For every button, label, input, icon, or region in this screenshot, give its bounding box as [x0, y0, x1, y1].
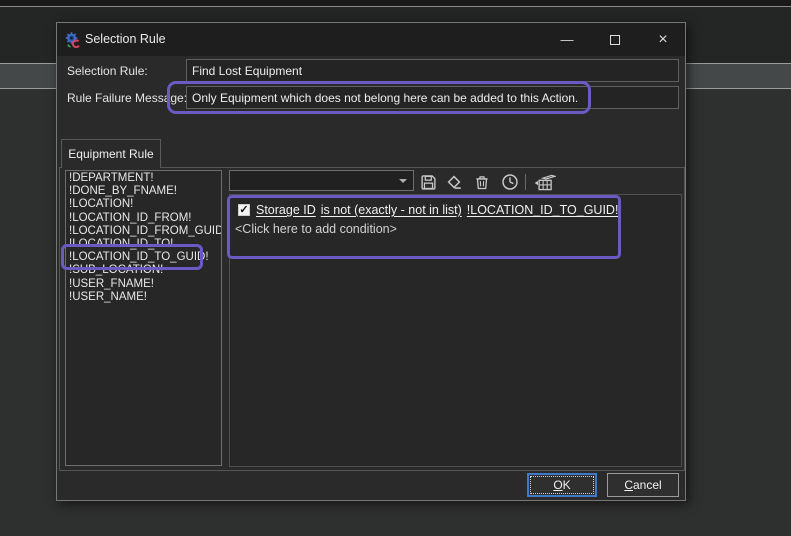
list-item[interactable]: !USER_FNAME! — [66, 278, 221, 291]
delete-button[interactable] — [471, 171, 493, 193]
list-item[interactable]: !DONE_BY_FNAME! — [66, 185, 221, 198]
condition-row[interactable]: ✓ Storage ID is not (exactly - not in li… — [238, 203, 623, 217]
list-item[interactable]: !DEPARTMENT! — [66, 172, 221, 185]
condition-value-link[interactable]: !LOCATION_ID_TO_GUID! — [467, 203, 619, 217]
list-item[interactable]: !LOCATION_ID_TO_GUID! — [66, 251, 221, 264]
close-icon: × — [658, 31, 667, 49]
maximize-button[interactable] — [592, 23, 638, 56]
edit-grid-button[interactable] — [531, 171, 557, 193]
list-item[interactable]: !LOCATION_ID_FROM_GUID! — [66, 225, 221, 238]
condition-checkbox[interactable]: ✓ — [238, 204, 250, 216]
save-icon — [420, 174, 437, 191]
edit-grid-icon — [532, 173, 556, 192]
history-button[interactable] — [499, 171, 521, 193]
list-item[interactable]: !LOCATION! — [66, 198, 221, 211]
window-title: Selection Rule — [85, 32, 166, 46]
add-condition-link[interactable]: <Click here to add condition> — [235, 222, 397, 236]
close-button[interactable]: × — [640, 23, 686, 56]
minimize-icon: — — [561, 32, 574, 47]
desktop-background: Selection Rule — × Selection Rule: Rule … — [0, 0, 791, 536]
tab-equipment-rule[interactable]: Equipment Rule — [61, 139, 161, 168]
conditions-panel[interactable]: ✓ Storage ID is not (exactly - not in li… — [229, 194, 682, 467]
rule-failure-message-label: Rule Failure Message: — [67, 91, 187, 105]
save-button[interactable] — [417, 171, 439, 193]
condition-operator-link[interactable]: is not (exactly - not in list) — [321, 203, 462, 217]
delete-trash-icon — [474, 174, 490, 191]
cancel-button[interactable]: Cancel — [607, 473, 679, 497]
rule-preset-combobox[interactable] — [229, 170, 414, 191]
selection-rule-gear-icon — [64, 31, 82, 49]
clear-button[interactable] — [443, 171, 465, 193]
history-clock-icon — [501, 173, 519, 191]
chevron-down-icon — [399, 179, 407, 183]
condition-field-link[interactable]: Storage ID — [256, 203, 316, 217]
maximize-icon — [610, 35, 620, 45]
toolbar-separator — [525, 174, 526, 190]
selection-rule-label: Selection Rule: — [67, 64, 148, 78]
list-item[interactable]: !LOCATION_ID_TO! — [66, 238, 221, 251]
rule-failure-message-input[interactable] — [186, 86, 679, 109]
tab-label: Equipment Rule — [68, 147, 153, 161]
minimize-button[interactable]: — — [544, 23, 590, 56]
list-item[interactable]: !USER_NAME! — [66, 291, 221, 304]
titlebar[interactable]: Selection Rule — × — [57, 23, 685, 56]
clear-eraser-icon — [445, 173, 463, 191]
selection-rule-input[interactable] — [186, 59, 679, 82]
list-item[interactable]: !LOCATION_ID_FROM! — [66, 212, 221, 225]
ok-button[interactable]: OK — [527, 473, 597, 497]
selection-rule-dialog: Selection Rule — × Selection Rule: Rule … — [56, 22, 686, 501]
list-item[interactable]: !SUB_LOCATION! — [66, 264, 221, 277]
placeholder-fields-listbox[interactable]: !DEPARTMENT!!DONE_BY_FNAME!!LOCATION!!LO… — [65, 170, 222, 466]
